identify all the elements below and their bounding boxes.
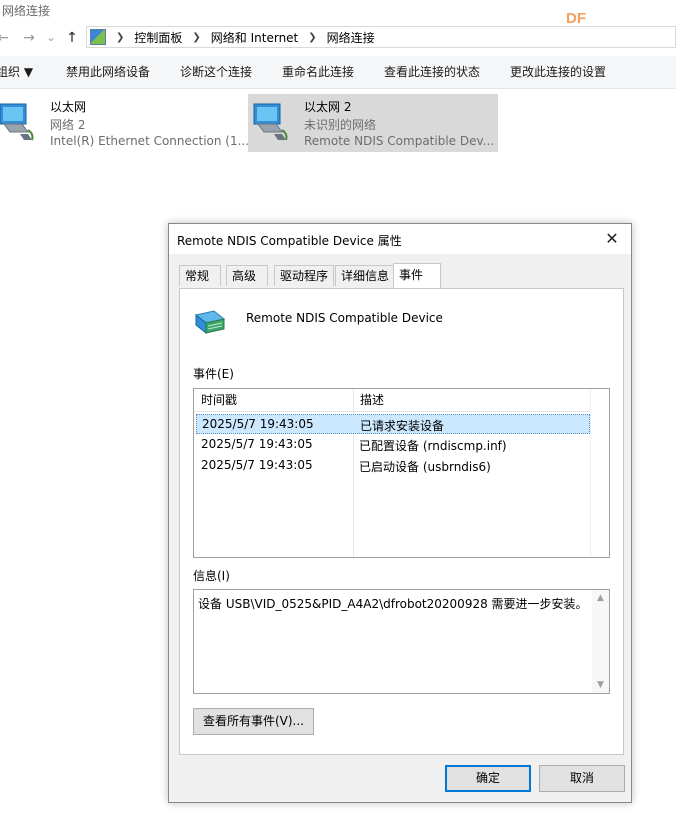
- event-description: 已请求安装设备: [360, 419, 445, 433]
- network-adapter-icon: [253, 103, 288, 141]
- event-description: 已配置设备 (rndiscmp.inf): [359, 439, 507, 453]
- tab-events[interactable]: 事件: [393, 263, 441, 288]
- rename-connection-button[interactable]: 重命名此连接: [282, 56, 354, 88]
- scroll-down-icon[interactable]: ▼: [592, 677, 609, 693]
- view-status-button[interactable]: 查看此连接的状态: [384, 56, 480, 88]
- events-label: 事件(E): [193, 367, 234, 381]
- event-timestamp: 2025/5/7 19:43:05: [201, 437, 313, 451]
- table-row[interactable]: 2025/5/7 19:43:05 已配置设备 (rndiscmp.inf): [196, 435, 590, 455]
- forward-button[interactable]: →: [20, 28, 38, 48]
- info-label: 信息(I): [193, 569, 230, 583]
- address-bar[interactable]: ❯ 控制面板 ❯ 网络和 Internet ❯ 网络连接: [86, 26, 676, 48]
- ok-button[interactable]: 确定: [445, 765, 531, 792]
- events-list-header: 时间戳 描述: [194, 389, 591, 412]
- chevron-right-icon: ❯: [116, 31, 125, 43]
- change-settings-button[interactable]: 更改此连接的设置: [510, 56, 606, 88]
- column-header-timestamp[interactable]: 时间戳: [194, 389, 353, 411]
- close-icon[interactable]: ✕: [597, 226, 627, 252]
- command-toolbar: 组织 ▼ 禁用此网络设备 诊断这个连接 重命名此连接 查看此连接的状态 更改此连…: [0, 56, 676, 89]
- organize-menu[interactable]: 组织 ▼: [0, 56, 33, 88]
- connection-adapter: Intel(R) Ethernet Connection (1...: [50, 134, 250, 148]
- network-adapter-icon: [0, 103, 34, 141]
- event-timestamp: 2025/5/7 19:43:05: [201, 458, 313, 472]
- navigation-bar: ← → ⌄ ↑ ❯ 控制面板 ❯ 网络和 Internet ❯ 网络连接: [0, 24, 676, 52]
- info-scrollbar[interactable]: ▲ ▼: [592, 590, 609, 693]
- dialog-titlebar[interactable]: Remote NDIS Compatible Device 属性 ✕: [169, 224, 631, 254]
- device-name: Remote NDIS Compatible Device: [246, 311, 443, 325]
- connection-network: 未识别的网络: [304, 118, 377, 132]
- disable-device-button[interactable]: 禁用此网络设备: [66, 56, 150, 88]
- connection-name: 以太网: [50, 100, 87, 114]
- device-properties-dialog: Remote NDIS Compatible Device 属性 ✕ 常规 高级…: [168, 223, 632, 803]
- chevron-right-icon: ❯: [308, 31, 317, 43]
- tab-driver[interactable]: 驱动程序: [274, 265, 334, 286]
- info-textbox[interactable]: 设备 USB\VID_0525&PID_A4A2\dfrobot20200928…: [193, 589, 610, 694]
- window-title: 网络连接: [2, 4, 51, 18]
- connection-adapter: Remote NDIS Compatible Dev...: [304, 134, 495, 148]
- table-row[interactable]: 2025/5/7 19:43:05 已启动设备 (usbrndis6): [196, 456, 590, 476]
- connection-name: 以太网 2: [304, 100, 352, 114]
- event-description: 已启动设备 (usbrndis6): [359, 460, 491, 474]
- events-list[interactable]: 时间戳 描述 2025/5/7 19:43:05 已请求安装设备 2025/5/…: [193, 388, 610, 558]
- event-timestamp: 2025/5/7 19:43:05: [202, 417, 314, 431]
- table-row[interactable]: 2025/5/7 19:43:05 已请求安装设备: [196, 414, 590, 434]
- recent-locations-button[interactable]: ⌄: [42, 28, 60, 48]
- network-device-icon: [194, 310, 226, 335]
- column-header-description[interactable]: 描述: [353, 389, 384, 411]
- chevron-right-icon: ❯: [192, 31, 201, 43]
- info-text: 设备 USB\VID_0525&PID_A4A2\dfrobot20200928…: [198, 597, 588, 611]
- connection-item-ethernet[interactable]: 以太网 网络 2 Intel(R) Ethernet Connection (1…: [0, 94, 249, 152]
- events-scrollbar[interactable]: [590, 389, 609, 557]
- connection-item-ethernet-2[interactable]: 以太网 2 未识别的网络 Remote NDIS Compatible Dev.…: [248, 94, 498, 152]
- dialog-title: Remote NDIS Compatible Device 属性: [177, 234, 402, 248]
- tab-general[interactable]: 常规: [179, 265, 221, 286]
- control-panel-icon: [90, 29, 106, 45]
- view-all-events-button[interactable]: 查看所有事件(V)...: [193, 708, 314, 735]
- breadcrumb-network-internet[interactable]: 网络和 Internet: [211, 29, 298, 46]
- connection-network: 网络 2: [50, 118, 86, 132]
- scroll-up-icon[interactable]: ▲: [592, 590, 609, 606]
- breadcrumb-network-connections[interactable]: 网络连接: [327, 29, 375, 46]
- events-tab-panel: Remote NDIS Compatible Device 事件(E) 时间戳 …: [179, 288, 624, 755]
- tab-details[interactable]: 详细信息: [335, 265, 395, 286]
- cancel-button[interactable]: 取消: [539, 765, 625, 792]
- diagnose-connection-button[interactable]: 诊断这个连接: [180, 56, 252, 88]
- breadcrumb-control-panel[interactable]: 控制面板: [134, 29, 182, 46]
- back-button[interactable]: ←: [0, 28, 12, 48]
- tab-advanced[interactable]: 高级: [226, 265, 268, 286]
- up-button[interactable]: ↑: [63, 28, 81, 48]
